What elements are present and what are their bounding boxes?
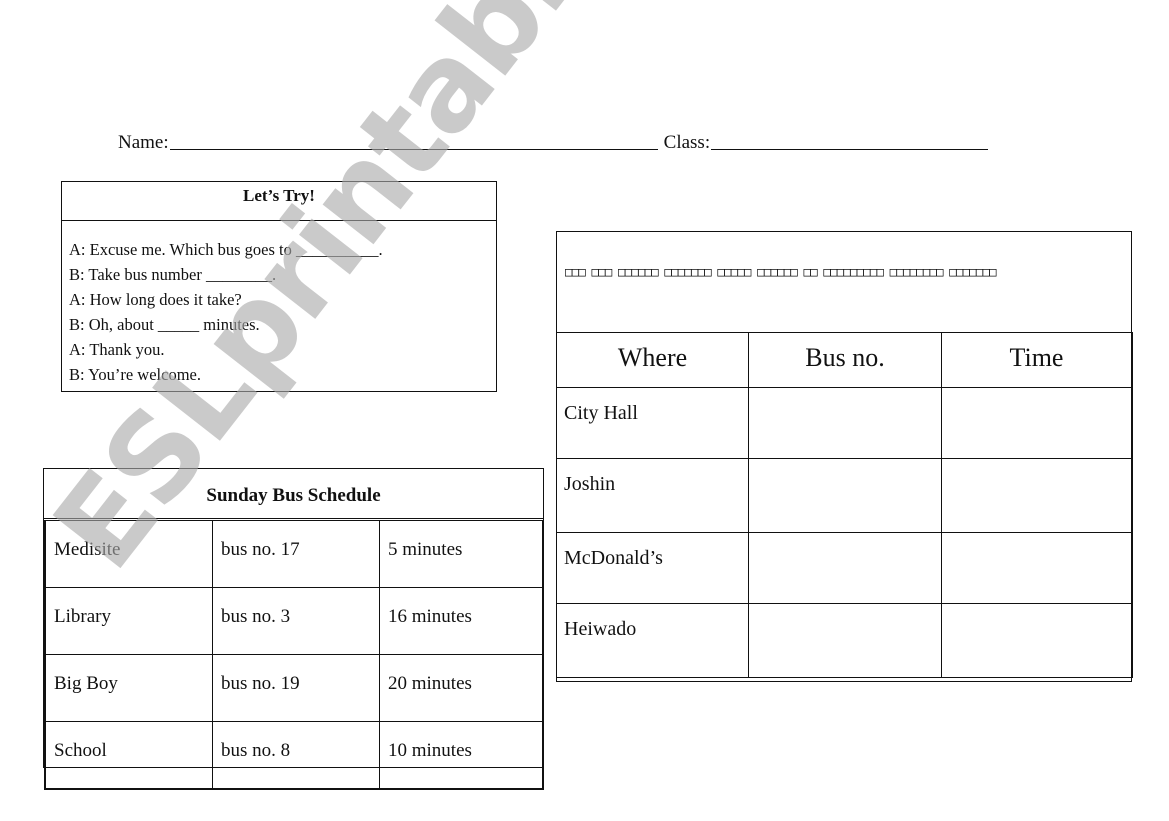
header-bus-no: Bus no. <box>748 332 942 388</box>
where-cell: Heiwado <box>557 603 749 678</box>
table-row: McDonald’s <box>557 532 1133 604</box>
schedule-title: Sunday Bus Schedule <box>44 469 543 519</box>
table-row: Heiwado <box>557 603 1133 678</box>
where-cell: Joshin <box>557 458 749 533</box>
name-class-line: Name: Class: <box>118 132 989 154</box>
answer-table-header: Where Bus no. Time <box>557 332 1133 388</box>
place-cell: Library <box>44 587 213 655</box>
header-where: Where <box>557 332 749 388</box>
table-row: Library bus no. 3 16 minutes <box>44 587 544 655</box>
where-cell: McDonald’s <box>557 532 749 604</box>
bus-answer-cell[interactable] <box>748 532 942 604</box>
place-cell: Medisite <box>44 520 213 588</box>
class-label: Class: <box>663 132 711 153</box>
bus-cell: bus no. 8 <box>212 721 380 790</box>
lets-try-title: Let’s Try! <box>62 182 496 221</box>
dialogue-line: B: Oh, about _____ minutes. <box>69 315 260 334</box>
name-blank-field[interactable] <box>169 148 658 150</box>
dialogue-line: A: How long does it take? <box>69 290 242 309</box>
time-cell: 16 minutes <box>379 587 544 655</box>
time-cell: 5 minutes <box>379 520 544 588</box>
header-time: Time <box>941 332 1133 388</box>
class-blank-field[interactable] <box>711 148 989 150</box>
answer-box: □□□ □□□ □□□□□□ □□□□□□□ □□□□□ □□□□□□ □□ □… <box>556 231 1133 682</box>
bus-answer-cell[interactable] <box>748 458 942 533</box>
dialogue-line: B: Take bus number ________. <box>69 265 277 284</box>
schedule-table: Medisite bus no. 17 5 minutes Library bu… <box>44 520 544 790</box>
table-row: Medisite bus no. 17 5 minutes <box>44 520 544 588</box>
place-cell: School <box>44 721 213 790</box>
table-row: City Hall <box>557 387 1133 459</box>
dialogue-line: B: You’re welcome. <box>69 365 201 384</box>
bus-answer-cell[interactable] <box>748 387 942 459</box>
time-answer-cell[interactable] <box>941 603 1133 678</box>
lets-try-box: Let’s Try! A: Excuse me. Which bus goes … <box>61 181 497 392</box>
sunday-bus-schedule: Sunday Bus Schedule Medisite bus no. 17 … <box>43 468 544 790</box>
table-row: School bus no. 8 10 minutes <box>44 721 544 790</box>
time-answer-cell[interactable] <box>941 532 1133 604</box>
name-label: Name: <box>118 132 169 153</box>
time-cell: 10 minutes <box>379 721 544 790</box>
instructions-text: □□□ □□□ □□□□□□ □□□□□□□ □□□□□ □□□□□□ □□ □… <box>565 264 997 279</box>
time-cell: 20 minutes <box>379 654 544 722</box>
dialogue-lines: A: Excuse me. Which bus goes to ________… <box>62 221 496 387</box>
bus-cell: bus no. 17 <box>212 520 380 588</box>
dialogue-line: A: Excuse me. Which bus goes to ________… <box>69 240 383 259</box>
time-answer-cell[interactable] <box>941 387 1133 459</box>
answer-table: Where Bus no. Time City Hall Joshin McDo… <box>557 332 1133 678</box>
bus-answer-cell[interactable] <box>748 603 942 678</box>
table-row: Joshin <box>557 458 1133 533</box>
time-answer-cell[interactable] <box>941 458 1133 533</box>
where-cell: City Hall <box>557 387 749 459</box>
table-row: Big Boy bus no. 19 20 minutes <box>44 654 544 722</box>
dialogue-line: A: Thank you. <box>69 340 165 359</box>
place-cell: Big Boy <box>44 654 213 722</box>
bus-cell: bus no. 3 <box>212 587 380 655</box>
bus-cell: bus no. 19 <box>212 654 380 722</box>
